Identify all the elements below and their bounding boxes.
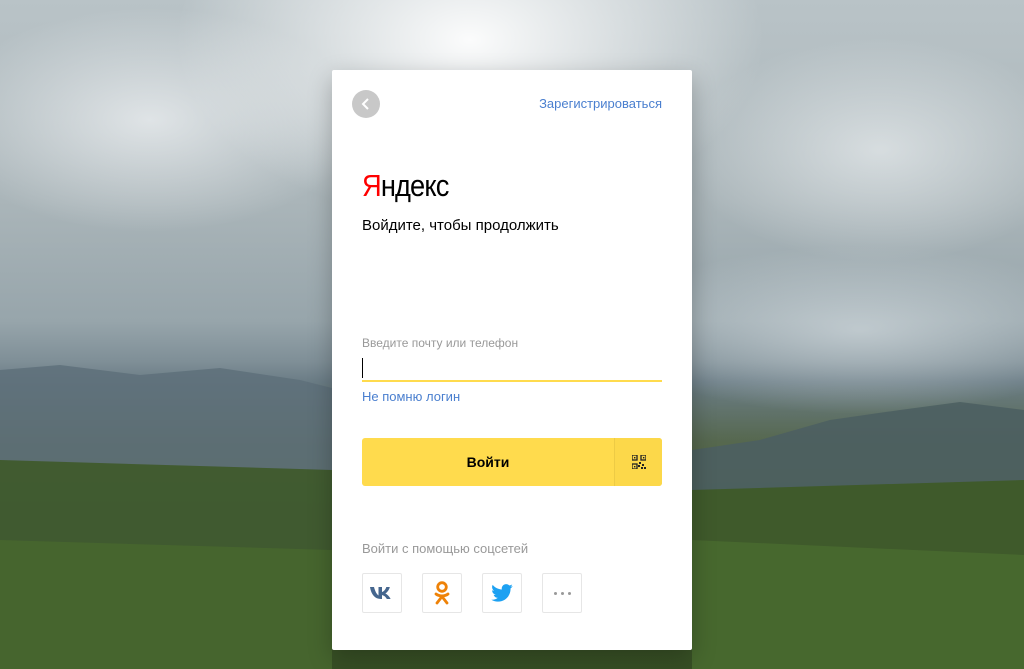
page-subtitle: Войдите, чтобы продолжить [362,217,559,234]
yandex-logo: Яндекс [362,168,450,204]
login-button[interactable]: Войти [362,438,662,486]
odnoklassniki-button[interactable] [422,573,462,613]
vk-icon [370,587,391,599]
logo-rest: ндекс [380,168,450,203]
login-button-label: Войти [466,454,510,470]
back-button[interactable] [352,90,380,118]
forgot-login-link[interactable]: Не помню логин [362,389,460,404]
vk-button[interactable] [362,573,402,613]
social-login-label: Войти с помощью соцсетей [362,541,529,556]
social-buttons [362,573,582,613]
login-field-label: Введите почту или телефон [362,336,519,350]
more-icon [553,591,571,595]
register-link[interactable]: Зарегистрироваться [539,96,662,111]
logo-first-letter: Я [362,168,382,203]
twitter-button[interactable] [482,573,522,613]
login-input[interactable] [362,354,662,382]
text-caret [362,358,363,378]
qr-login-button[interactable] [614,438,662,486]
more-social-button[interactable] [542,573,582,613]
login-card: Зарегистрироваться Яндекс Войдите, чтобы… [332,70,692,650]
twitter-icon [491,584,513,602]
odnoklassniki-icon [434,581,450,605]
qr-code-icon [631,455,646,469]
chevron-left-icon [361,98,369,110]
